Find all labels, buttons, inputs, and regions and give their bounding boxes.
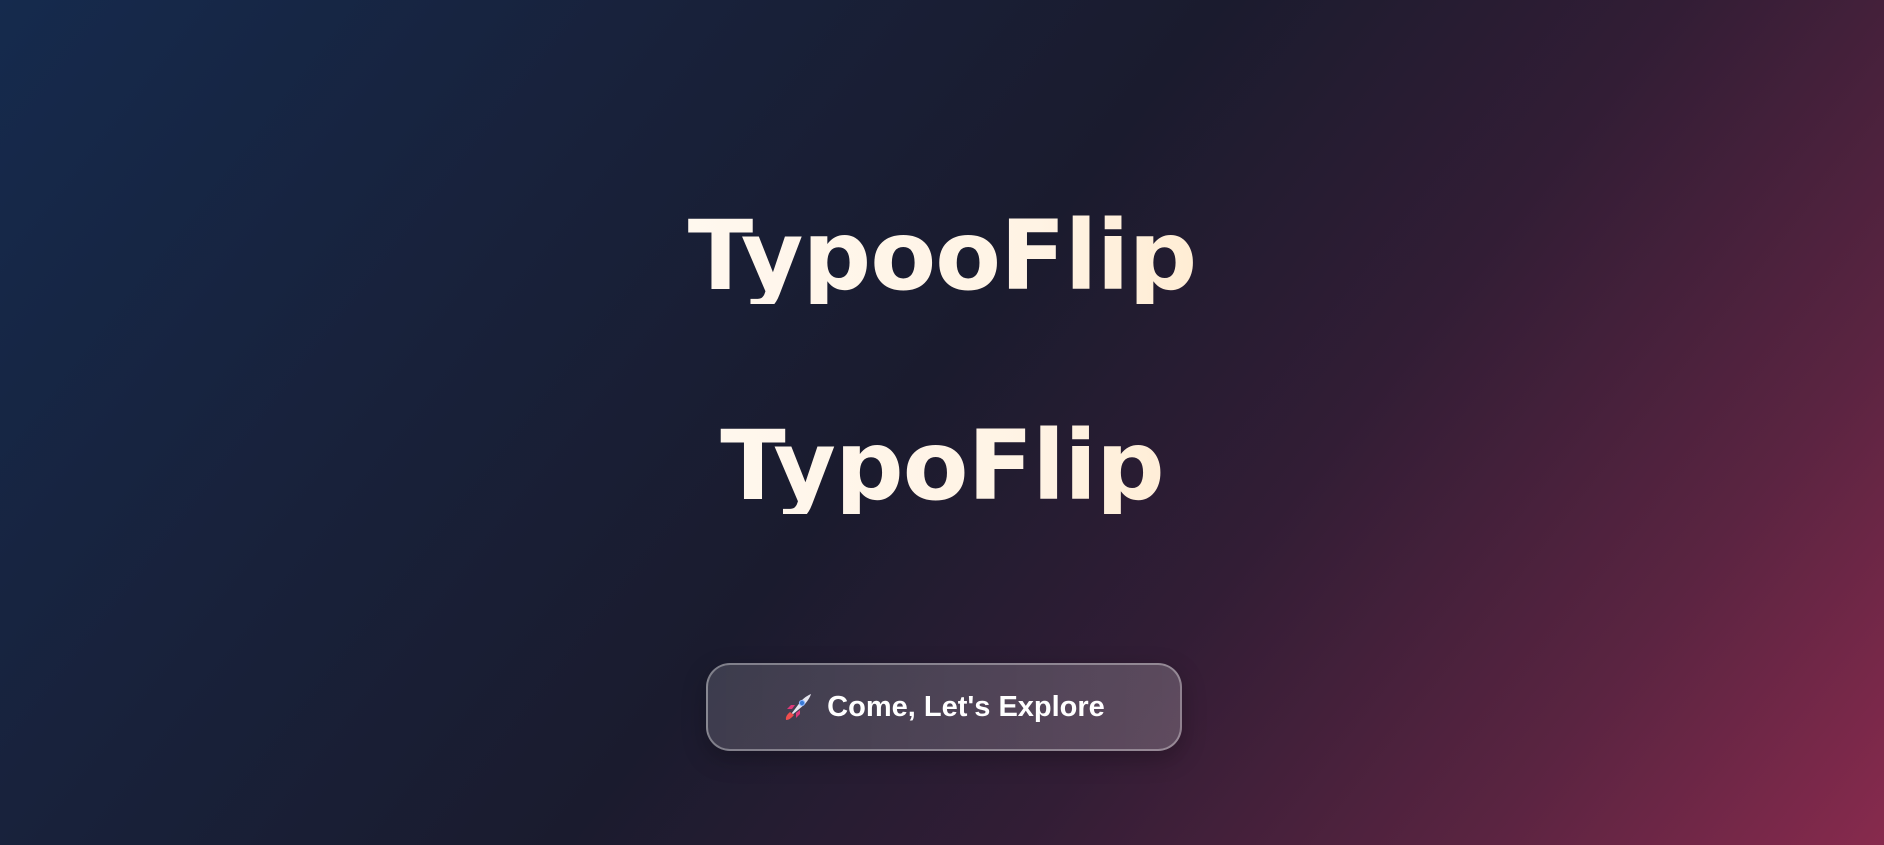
hero-title-primary: TypooFlip xyxy=(0,208,1884,304)
explore-button-label: Come, Let's Explore xyxy=(827,690,1105,723)
hero-title-secondary: TypoFlip xyxy=(0,418,1884,514)
landing-page: TypooFlip TypoFlip Come, Let's Explore xyxy=(0,0,1884,845)
rocket-icon xyxy=(783,692,813,722)
explore-button[interactable]: Come, Let's Explore xyxy=(706,663,1182,751)
